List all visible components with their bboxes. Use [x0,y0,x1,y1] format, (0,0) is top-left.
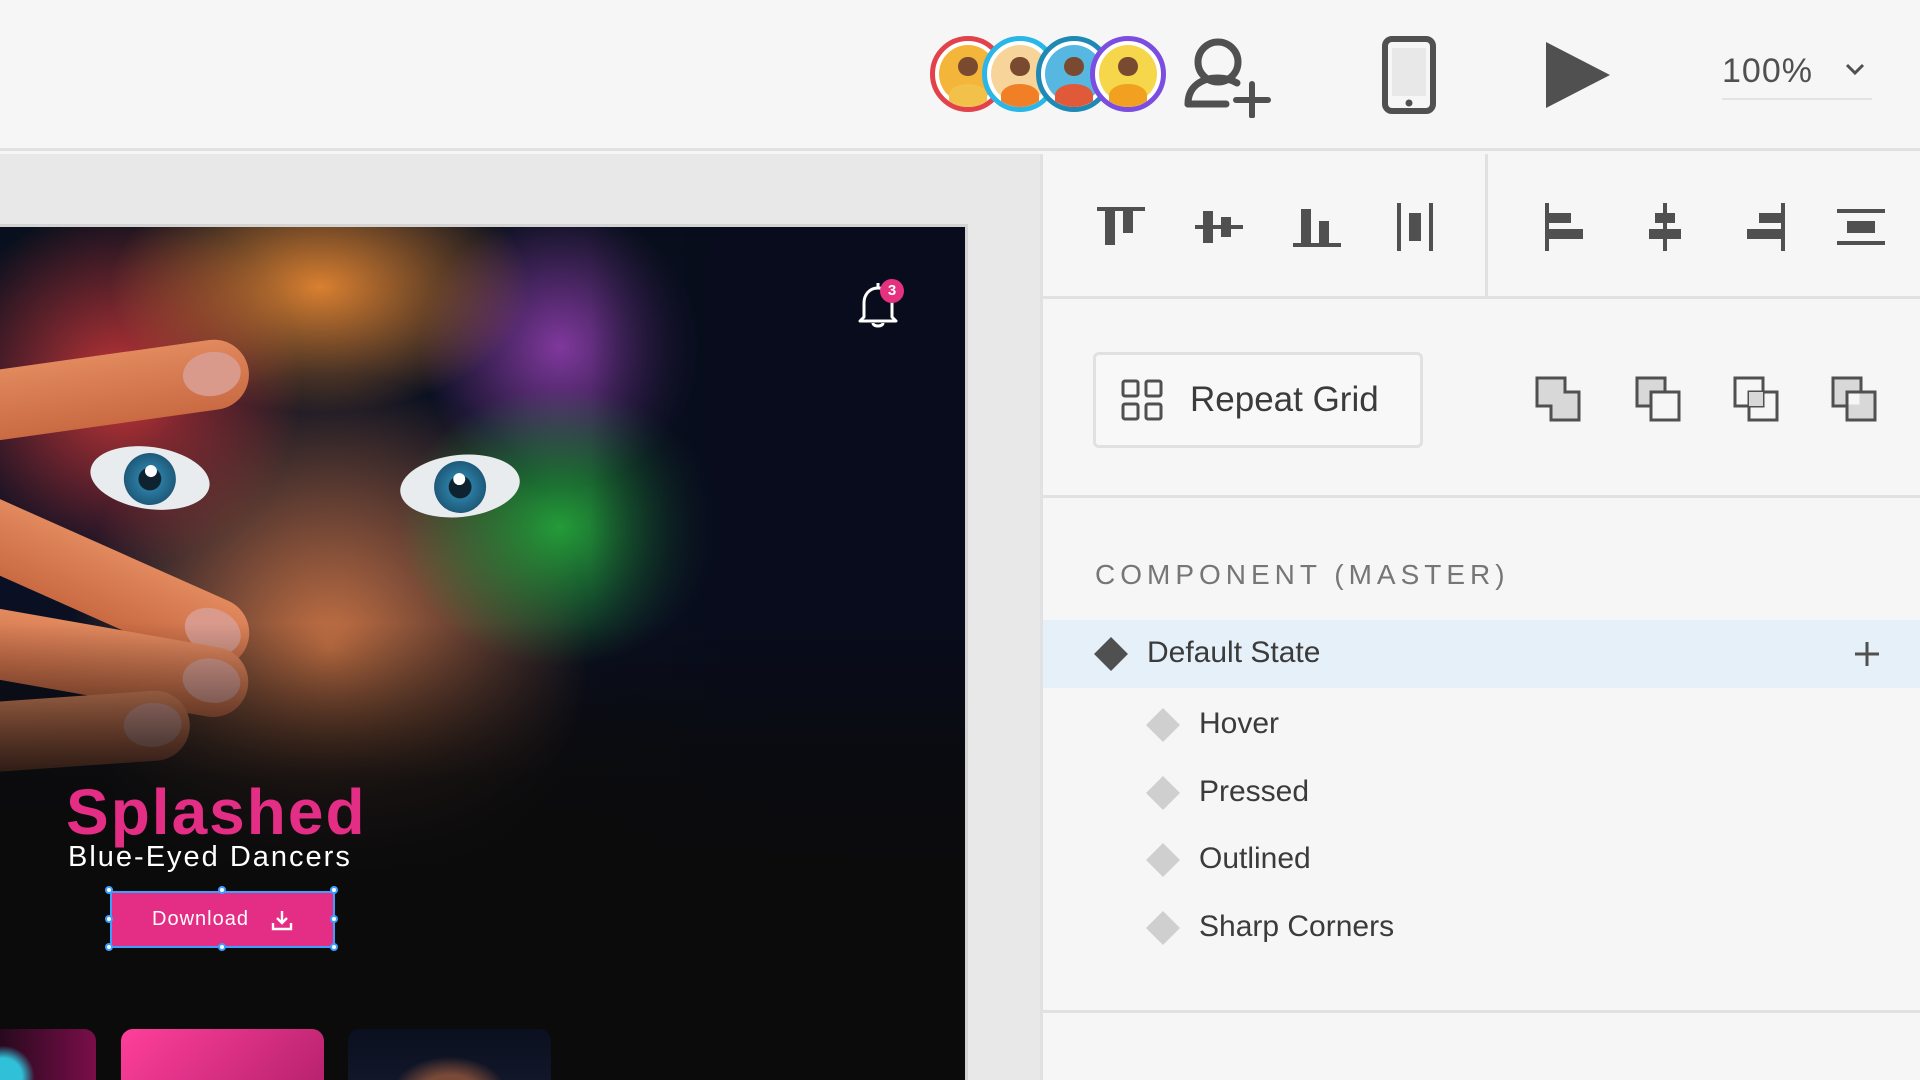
align-middle-button[interactable] [1191,199,1247,255]
state-icon [1146,776,1180,810]
align-bottom-icon [1293,209,1341,247]
boolean-subtract-icon [1635,376,1681,422]
distribute-horizontal-icon [1397,203,1433,251]
zoom-value: 100% [1722,52,1813,90]
align-top-icon [1097,207,1145,245]
design-canvas[interactable]: 3 Splashed Blue-Eyed Dancers Download [0,154,1040,1080]
align-center-icon [1649,203,1681,251]
mobile-device-icon [1382,36,1436,114]
boolean-intersect-button[interactable] [1729,372,1785,428]
state-label: Default State [1147,636,1321,669]
eye-left [86,438,214,518]
repeat-grid-section: Repeat Grid [1043,302,1920,498]
align-top-button[interactable] [1093,199,1149,255]
zoom-dropdown[interactable]: 100% [1722,46,1872,100]
selection-handle[interactable] [330,886,338,894]
invite-user-button[interactable] [1182,32,1274,119]
add-user-icon [1184,38,1271,119]
boolean-exclude-button[interactable] [1827,372,1883,428]
alignment-toolbar [1043,154,1920,299]
master-state-icon [1094,637,1128,671]
align-bottom-button[interactable] [1289,199,1345,255]
state-row-hover[interactable]: Hover [1043,691,1920,759]
align-left-icon [1545,203,1583,251]
device-preview-button[interactable] [1380,36,1438,114]
component-header: COMPONENT (MASTER) [1095,559,1510,590]
download-button-label: Download [152,908,249,930]
boolean-intersect-icon [1733,376,1779,422]
state-label: Sharp Corners [1199,910,1395,943]
state-row-default[interactable]: Default State [1043,620,1920,688]
boolean-add-button[interactable] [1531,372,1587,428]
state-icon [1146,708,1180,742]
selection-handle[interactable] [330,943,338,951]
selection-handle[interactable] [218,943,226,951]
boolean-subtract-button[interactable] [1631,372,1687,428]
distribute-horizontal-button[interactable] [1387,199,1443,255]
boolean-add-icon [1535,376,1581,422]
state-row-sharp-corners[interactable]: Sharp Corners [1043,894,1920,962]
property-inspector: Repeat Grid COMPONENT (MASTER) Default S… [1040,154,1920,1080]
state-icon [1146,911,1180,945]
selection-handle[interactable] [330,915,338,923]
hero-subtitle: Blue-Eyed Dancers [68,841,352,873]
thumbnail-card[interactable] [121,1029,324,1080]
distribute-vertical-icon [1837,209,1885,245]
align-center-button[interactable] [1637,199,1693,255]
state-label: Pressed [1199,775,1310,808]
repeat-grid-button[interactable]: Repeat Grid [1093,352,1423,448]
notification-badge: 3 [880,279,904,303]
preview-play-button[interactable] [1540,38,1614,112]
chevron-down-icon [1845,63,1865,76]
thumbnail-card[interactable] [348,1029,551,1080]
divider [1485,154,1488,299]
align-left-button[interactable] [1539,199,1595,255]
top-toolbar: 100% [0,0,1920,151]
state-row-pressed[interactable]: Pressed [1043,759,1920,827]
selection-handle[interactable] [105,915,113,923]
artboard[interactable]: 3 Splashed Blue-Eyed Dancers Download [0,224,968,1080]
selection-handle[interactable] [105,886,113,894]
download-button[interactable]: Download [110,891,335,948]
distribute-vertical-button[interactable] [1833,199,1889,255]
hero-title: Splashed [66,776,367,848]
download-icon [271,910,293,930]
eye-right [397,448,523,524]
boolean-exclude-icon [1831,376,1877,422]
state-label: Outlined [1199,842,1311,875]
align-middle-icon [1195,211,1243,243]
component-states-section: COMPONENT (MASTER) Default State Hover P… [1043,501,1920,1013]
collaborator-avatars[interactable] [930,36,1166,112]
align-right-button[interactable] [1735,199,1791,255]
repeat-grid-label: Repeat Grid [1190,380,1379,419]
add-state-icon[interactable] [1853,640,1881,668]
state-row-outlined[interactable]: Outlined [1043,826,1920,894]
align-right-icon [1747,203,1785,251]
state-label: Hover [1199,707,1280,740]
finger [0,335,254,445]
selection-handle[interactable] [218,886,226,894]
thumbnail-card[interactable] [0,1029,96,1080]
play-icon [1546,42,1610,108]
state-icon [1146,843,1180,877]
selection-handle[interactable] [105,943,113,951]
grid-icon [1121,379,1163,421]
avatar[interactable] [1090,36,1166,112]
